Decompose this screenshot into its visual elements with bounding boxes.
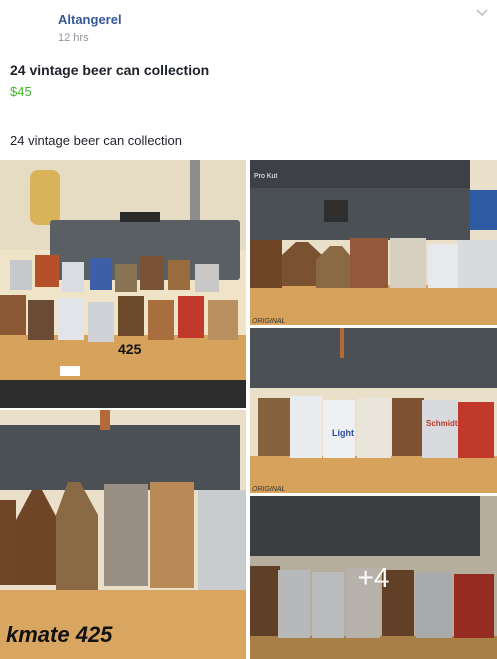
svg-text:Pro Kut: Pro Kut (254, 173, 277, 180)
svg-text:ORIGINAL: ORIGINAL (252, 318, 286, 325)
author-name[interactable]: Altangerel (58, 12, 122, 27)
listing-title[interactable]: 24 vintage beer can collection (10, 62, 209, 78)
post-header: Altangerel 12 hrs (0, 0, 497, 56)
beer-cans-photo-1: 425 (0, 160, 246, 408)
listing-description: 24 vintage beer can collection (10, 133, 183, 148)
listing-price: $45 (10, 84, 32, 99)
chevron-down-icon (476, 9, 488, 17)
photo-3[interactable]: ORIGINAL Light Schmidt (250, 328, 497, 493)
svg-text:ORIGINAL: ORIGINAL (252, 486, 286, 493)
beer-cans-photo-4: kmate 425 (0, 410, 246, 659)
beer-cans-photo-3: ORIGINAL Light Schmidt (250, 328, 497, 493)
svg-text:Light: Light (332, 428, 354, 438)
more-photos-count: +4 (357, 561, 390, 593)
svg-text:Schmidt: Schmidt (426, 419, 458, 428)
photo-2[interactable]: Pro Kut ORIGINAL (250, 160, 497, 325)
beer-cans-photo-2: Pro Kut ORIGINAL (250, 160, 497, 325)
photo-1[interactable]: 425 (0, 160, 246, 408)
post-menu-button[interactable] (473, 6, 491, 20)
more-photos-overlay[interactable]: +4 (250, 496, 497, 659)
photo-4[interactable]: kmate 425 (0, 410, 246, 659)
post-timestamp[interactable]: 12 hrs (58, 32, 89, 44)
photo-5-more[interactable]: +4 (250, 496, 497, 659)
svg-text:kmate 425: kmate 425 (6, 622, 113, 647)
svg-text:425: 425 (118, 341, 142, 357)
